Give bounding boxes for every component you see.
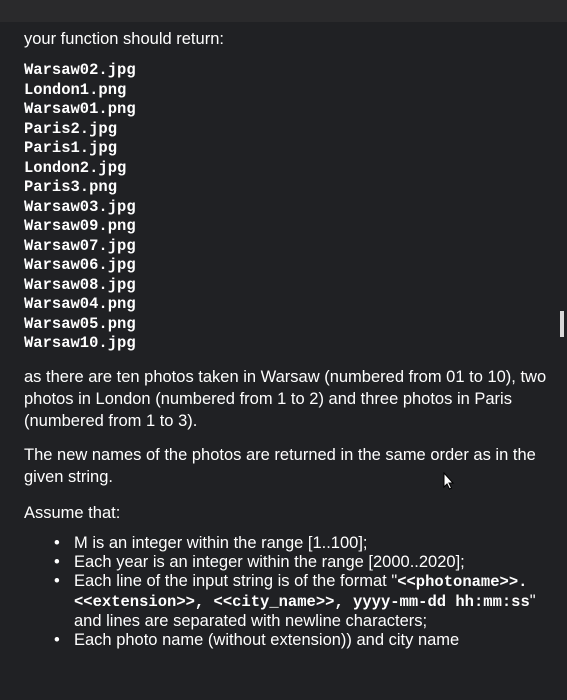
list-item: Warsaw10.jpg bbox=[24, 334, 136, 352]
output-file-list: Warsaw02.jpg London1.png Warsaw01.png Pa… bbox=[24, 61, 554, 354]
assume-heading: Assume that: bbox=[24, 503, 121, 522]
assumption-item: M is an integer within the range [1..100… bbox=[54, 534, 554, 553]
assumption-list: M is an integer within the range [1..100… bbox=[24, 534, 554, 650]
explanation-paragraph: as there are ten photos taken in Warsaw … bbox=[24, 367, 547, 430]
assumption-text: Each photo name (without extension)) and… bbox=[74, 630, 460, 649]
mouse-pointer-icon bbox=[443, 472, 455, 490]
list-item: Warsaw03.jpg bbox=[24, 197, 136, 216]
list-item: Warsaw01.png bbox=[24, 100, 136, 118]
list-item: Warsaw08.jpg bbox=[24, 275, 136, 294]
list-item: Warsaw04.png bbox=[24, 295, 136, 313]
top-strip bbox=[0, 0, 567, 22]
order-note-paragraph: The new names of the photos are returned… bbox=[24, 445, 536, 486]
list-item: London1.png bbox=[24, 80, 127, 99]
list-item: Warsaw02.jpg bbox=[24, 61, 136, 79]
assumption-item: Each line of the input string is of the … bbox=[54, 572, 554, 631]
list-item: Warsaw07.jpg bbox=[24, 236, 136, 255]
assumption-text: M is an integer within the range [1..100… bbox=[74, 533, 368, 552]
list-item: Paris3.png bbox=[24, 178, 118, 196]
list-item: Paris2.jpg bbox=[24, 119, 118, 138]
list-item: Warsaw09.png bbox=[24, 217, 136, 235]
assumption-item: Each photo name (without extension)) and… bbox=[54, 631, 554, 650]
problem-statement: your function should return: Warsaw02.jp… bbox=[24, 28, 554, 650]
list-item: Paris1.jpg bbox=[24, 139, 118, 157]
list-item: London2.jpg bbox=[24, 158, 127, 177]
intro-text: your function should return: bbox=[24, 30, 224, 48]
assumption-text: Each year is an integer within the range… bbox=[74, 552, 465, 571]
list-item: Warsaw05.png bbox=[24, 314, 136, 333]
assumption-item: Each year is an integer within the range… bbox=[54, 553, 554, 572]
assumption-text: Each line of the input string is of the … bbox=[74, 571, 398, 590]
scrollbar-thumb[interactable] bbox=[560, 311, 564, 337]
list-item: Warsaw06.jpg bbox=[24, 256, 136, 274]
